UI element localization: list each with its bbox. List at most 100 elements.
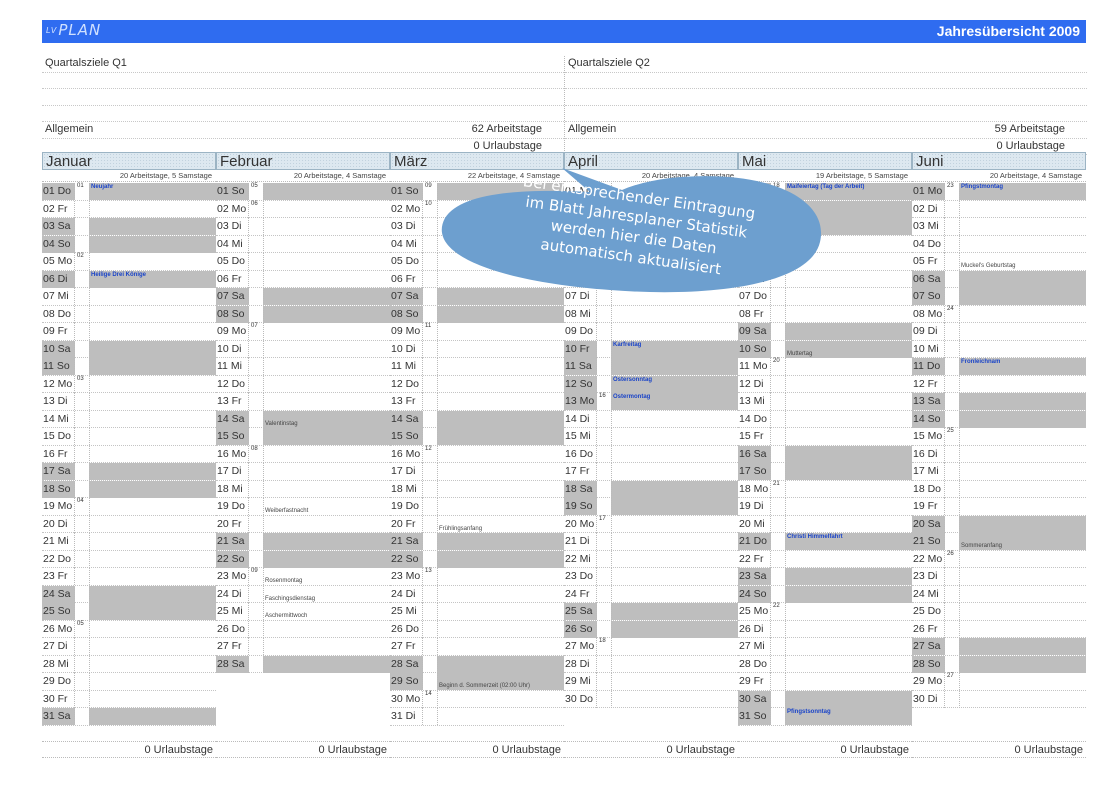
- day-row[interactable]: 30 Di: [912, 690, 1086, 708]
- day-row[interactable]: 22 So: [216, 550, 390, 568]
- day-row[interactable]: 25 Sa: [564, 603, 738, 621]
- day-entry-cell[interactable]: [263, 253, 390, 270]
- day-entry-cell[interactable]: [785, 358, 912, 375]
- day-row[interactable]: 21 So Sommeranfang: [912, 533, 1086, 551]
- day-row[interactable]: 09 Mo 07: [216, 323, 390, 341]
- day-entry-cell[interactable]: [89, 253, 216, 270]
- day-entry-cell[interactable]: [263, 463, 390, 480]
- day-entry-cell[interactable]: Ostersonntag: [611, 375, 738, 393]
- day-entry-cell[interactable]: [89, 288, 216, 305]
- day-row[interactable]: 29 Do: [42, 673, 216, 691]
- day-entry-cell[interactable]: [785, 480, 912, 498]
- day-row[interactable]: 06 Fr: [216, 270, 390, 288]
- day-row[interactable]: 13 Sa: [912, 393, 1086, 411]
- day-entry-cell[interactable]: [785, 515, 912, 533]
- day-row[interactable]: 22 Fr: [738, 550, 912, 568]
- day-row[interactable]: 16 Mo 08: [216, 445, 390, 463]
- day-entry-cell[interactable]: [959, 218, 1086, 235]
- day-entry-cell[interactable]: [89, 708, 216, 725]
- day-row[interactable]: 09 Do: [564, 323, 738, 341]
- day-row[interactable]: 14 So: [912, 410, 1086, 428]
- day-entry-cell[interactable]: [959, 375, 1086, 393]
- day-entry-cell[interactable]: Valentinstag: [263, 410, 390, 428]
- day-entry-cell[interactable]: [437, 533, 564, 550]
- day-row[interactable]: 16 Do: [564, 445, 738, 463]
- day-entry-cell[interactable]: [263, 340, 390, 358]
- day-row[interactable]: 07 So: [912, 288, 1086, 306]
- day-entry-cell[interactable]: [785, 603, 912, 620]
- day-row[interactable]: 03 Mi: [912, 218, 1086, 236]
- day-row[interactable]: 18 Mo 21: [738, 480, 912, 498]
- day-entry-cell[interactable]: Ostermontag: [611, 393, 738, 410]
- day-entry-cell[interactable]: Beginn d. Sommerzeit (02:00 Uhr): [437, 673, 564, 690]
- day-entry-cell[interactable]: [611, 655, 738, 673]
- day-entry-cell[interactable]: [437, 358, 564, 375]
- day-entry-cell[interactable]: Karfreitag: [611, 340, 738, 358]
- day-entry-cell[interactable]: [263, 533, 390, 550]
- day-row[interactable]: 21 Di: [564, 533, 738, 551]
- day-entry-cell[interactable]: [263, 218, 390, 235]
- day-entry-cell[interactable]: [611, 480, 738, 498]
- day-row[interactable]: 19 Do: [390, 498, 564, 516]
- day-entry-cell[interactable]: [959, 393, 1086, 410]
- day-entry-cell[interactable]: [263, 515, 390, 533]
- day-row[interactable]: 13 Mi: [738, 393, 912, 411]
- day-entry-cell[interactable]: [785, 655, 912, 673]
- day-row[interactable]: 04 So: [42, 235, 216, 253]
- day-entry-cell[interactable]: [89, 690, 216, 708]
- day-row[interactable]: 28 Sa: [390, 655, 564, 673]
- day-entry-cell[interactable]: [89, 673, 216, 690]
- day-row[interactable]: 12 Do: [216, 375, 390, 393]
- day-row[interactable]: 15 Do: [42, 428, 216, 446]
- day-row[interactable]: 23 Fr: [42, 568, 216, 586]
- day-row[interactable]: 01 Mo 23 Pfingstmontag: [912, 183, 1086, 201]
- day-entry-cell[interactable]: Heilige Drei Könige: [89, 270, 216, 288]
- day-row[interactable]: 15 So: [216, 428, 390, 446]
- day-row[interactable]: 10 So Muttertag: [738, 340, 912, 358]
- day-entry-cell[interactable]: Faschingsdienstag: [263, 585, 390, 603]
- day-row[interactable]: 17 Sa: [42, 463, 216, 481]
- day-entry-cell[interactable]: [785, 393, 912, 410]
- day-row[interactable]: 19 Do Weiberfastnacht: [216, 498, 390, 516]
- day-entry-cell[interactable]: [959, 463, 1086, 480]
- day-entry-cell[interactable]: [89, 200, 216, 218]
- day-entry-cell[interactable]: [959, 200, 1086, 218]
- day-entry-cell[interactable]: [611, 585, 738, 603]
- day-entry-cell[interactable]: [959, 305, 1086, 323]
- day-row[interactable]: 08 Do: [42, 305, 216, 323]
- day-entry-cell[interactable]: [611, 620, 738, 638]
- day-row[interactable]: 11 Mi: [390, 358, 564, 376]
- day-entry-cell[interactable]: [785, 673, 912, 690]
- day-row[interactable]: 06 Sa: [912, 270, 1086, 288]
- day-entry-cell[interactable]: [89, 375, 216, 393]
- day-entry-cell[interactable]: [785, 498, 912, 515]
- day-entry-cell[interactable]: [89, 568, 216, 585]
- day-entry-cell[interactable]: Muckel's Geburtstag: [959, 253, 1086, 270]
- day-entry-cell[interactable]: [959, 340, 1086, 358]
- day-entry-cell[interactable]: [437, 428, 564, 445]
- day-row[interactable]: 24 Mi: [912, 585, 1086, 603]
- day-row[interactable]: 14 Do: [738, 410, 912, 428]
- day-row[interactable]: 30 Do: [564, 690, 738, 708]
- day-row[interactable]: 27 Sa: [912, 638, 1086, 656]
- day-entry-cell[interactable]: [89, 498, 216, 515]
- day-entry-cell[interactable]: [437, 568, 564, 585]
- day-entry-cell[interactable]: [263, 638, 390, 655]
- day-entry-cell[interactable]: [437, 410, 564, 428]
- day-entry-cell[interactable]: [263, 323, 390, 340]
- day-row[interactable]: 10 Sa: [42, 340, 216, 358]
- day-row[interactable]: 09 Fr: [42, 323, 216, 341]
- day-row[interactable]: 13 Fr: [216, 393, 390, 411]
- day-entry-cell[interactable]: [89, 340, 216, 358]
- day-row[interactable]: 22 Mo 26: [912, 550, 1086, 568]
- day-entry-cell[interactable]: [89, 445, 216, 463]
- day-entry-cell[interactable]: Pfingstsonntag: [785, 708, 912, 725]
- day-entry-cell[interactable]: [437, 498, 564, 515]
- day-entry-cell[interactable]: [263, 480, 390, 498]
- day-entry-cell[interactable]: [959, 568, 1086, 585]
- day-row[interactable]: 11 So: [42, 358, 216, 376]
- day-entry-cell[interactable]: [959, 673, 1086, 690]
- q2-goals-line[interactable]: [565, 73, 1087, 89]
- day-entry-cell[interactable]: [437, 690, 564, 708]
- day-row[interactable]: 18 Do: [912, 480, 1086, 498]
